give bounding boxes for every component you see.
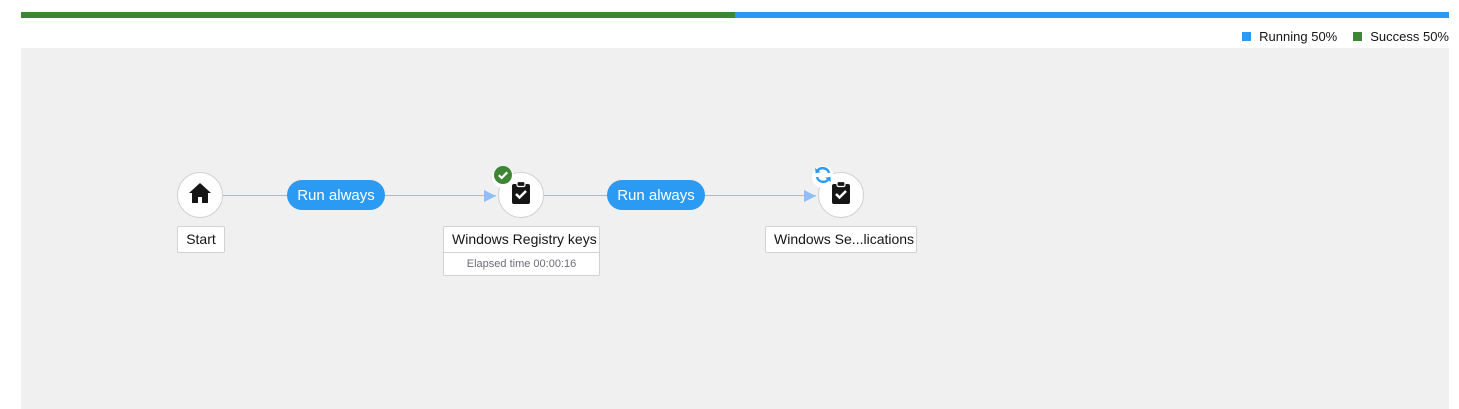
status-legend: Running 50% Success 50%: [1242, 29, 1449, 44]
edge-arrow-icon: [804, 190, 816, 202]
sync-icon: [813, 165, 833, 190]
legend-item-running: Running 50%: [1242, 29, 1337, 44]
edge-arrow-icon: [484, 190, 496, 202]
job-progress-bar: [21, 12, 1449, 18]
workflow-graph-canvas[interactable]: Run always Run always Start Windows Regi…: [21, 48, 1449, 409]
node-start[interactable]: [177, 172, 223, 218]
running-status-badge: [812, 166, 834, 188]
elapsed-time: Elapsed time 00:00:16: [444, 252, 599, 275]
edge-label-run-always[interactable]: Run always: [287, 180, 385, 210]
node-label-start[interactable]: Start: [177, 226, 225, 253]
home-icon: [188, 182, 212, 209]
node-label-windows-services[interactable]: Windows Se...lications: [765, 226, 917, 253]
edge-label-run-always[interactable]: Run always: [607, 180, 705, 210]
progress-segment-success: [21, 12, 735, 18]
legend-item-success: Success 50%: [1353, 29, 1449, 44]
legend-label-running: Running 50%: [1259, 29, 1338, 44]
node-title: Windows Registry keys: [452, 231, 597, 247]
legend-swatch-success: [1353, 32, 1363, 41]
progress-segment-running: [735, 12, 1449, 18]
node-title: Windows Se...lications: [774, 231, 915, 247]
node-title: Start: [186, 231, 216, 247]
clipboard-check-icon: [511, 180, 531, 210]
success-status-badge: [492, 165, 514, 189]
node-label-windows-registry-keys[interactable]: Windows Registry keys Elapsed time 00:00…: [443, 226, 600, 276]
check-circle-icon: [494, 165, 512, 189]
clipboard-check-icon: [831, 180, 851, 210]
legend-label-success: Success 50%: [1370, 29, 1449, 44]
legend-swatch-running: [1242, 32, 1252, 41]
